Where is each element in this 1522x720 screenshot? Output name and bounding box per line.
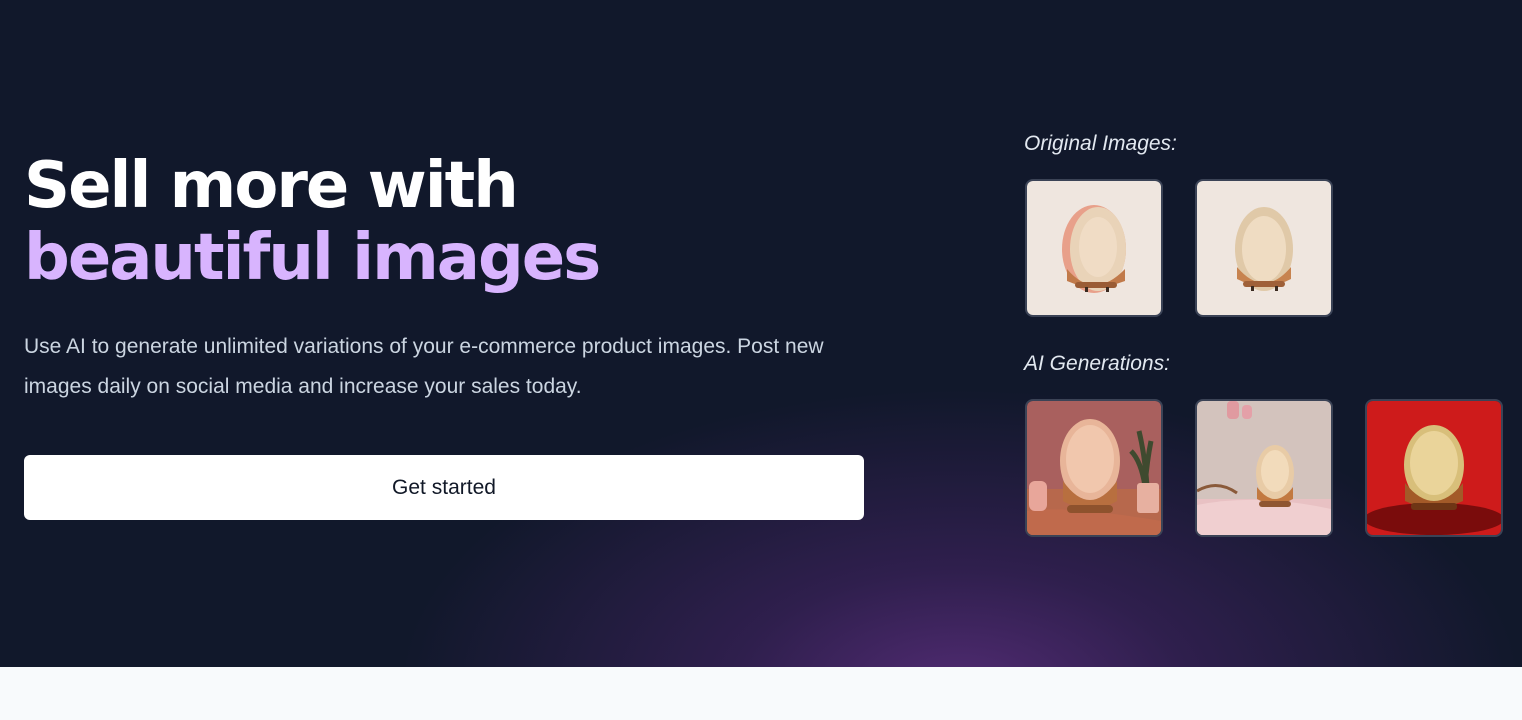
original-images-label: Original Images: <box>1024 132 1177 155</box>
headline-line-1: Sell more with <box>24 149 519 223</box>
ai-generations-label: AI Generations: <box>1024 352 1170 375</box>
next-section <box>0 667 1522 720</box>
original-image-2 <box>1195 179 1333 317</box>
hero-section: Sell more with beautiful images Use AI t… <box>0 0 1522 667</box>
ai-generation-1 <box>1025 399 1163 537</box>
hero-description: Use AI to generate unlimited variations … <box>24 335 824 398</box>
ai-generation-3 <box>1365 399 1503 537</box>
ai-generation-2 <box>1195 399 1333 537</box>
hero-headline: Sell more with beautiful images <box>24 149 601 295</box>
get-started-button[interactable]: Get started <box>24 455 864 520</box>
original-image-1 <box>1025 179 1163 317</box>
headline-line-2: beautiful images <box>24 221 601 295</box>
